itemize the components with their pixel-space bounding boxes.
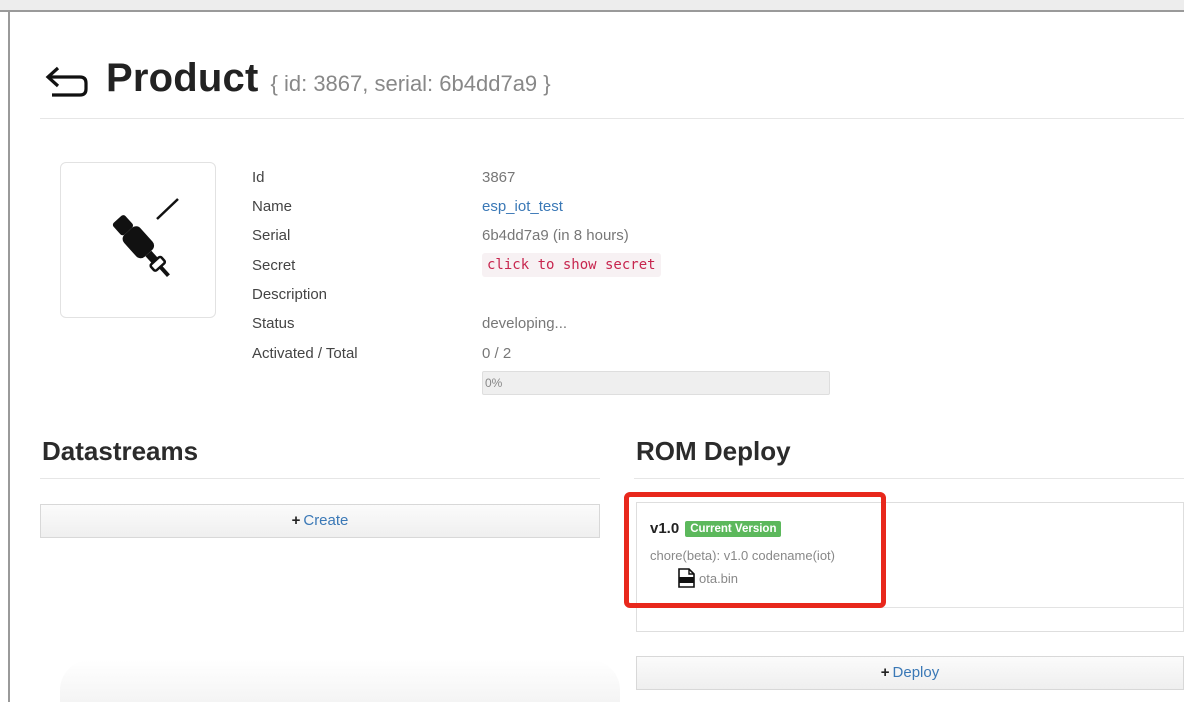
product-name-link[interactable]: esp_iot_test	[482, 195, 563, 219]
show-secret-button[interactable]: click to show secret	[482, 253, 661, 277]
info-label: Id	[252, 169, 265, 186]
info-label: Serial	[252, 227, 291, 244]
page-title: Product	[106, 56, 259, 100]
header-divider	[40, 118, 1184, 119]
plus-icon: +	[291, 512, 301, 529]
bottom-shadow	[60, 660, 620, 702]
info-value: 6b4dd7a9 (in 8 hours)	[482, 227, 629, 244]
info-label: Status	[252, 315, 295, 332]
deploy-button[interactable]: + Deploy	[636, 656, 1184, 690]
info-value: 3867	[482, 169, 516, 186]
highlight-box	[624, 492, 886, 608]
info-value: 0 / 2	[482, 345, 512, 362]
info-label: Activated / Total	[252, 345, 358, 362]
rom-deploy-divider	[634, 478, 1184, 479]
window-left-border	[0, 12, 10, 702]
activation-progress-bar: 0%	[482, 371, 830, 395]
plus-icon: +	[880, 664, 890, 681]
product-thumbnail	[60, 162, 216, 318]
window-top-border	[0, 0, 1184, 12]
create-label: Create	[303, 512, 349, 529]
connector-plug-icon	[112, 198, 179, 278]
datastreams-title: Datastreams	[42, 436, 199, 466]
info-label: Description	[252, 286, 328, 303]
info-value: developing...	[482, 315, 568, 332]
page-header: Product { id: 3867, serial: 6b4dd7a9 }	[44, 56, 551, 101]
rom-deploy-title: ROM Deploy	[636, 436, 791, 466]
progress-label: 0%	[485, 376, 503, 390]
create-datastream-button[interactable]: + Create	[40, 504, 600, 538]
info-label: Name	[252, 198, 293, 215]
back-arrow-icon[interactable]	[44, 65, 90, 97]
info-label: Secret	[252, 257, 296, 274]
deploy-label: Deploy	[892, 664, 940, 681]
page-subtitle: { id: 3867, serial: 6b4dd7a9 }	[270, 71, 551, 96]
datastreams-divider	[40, 478, 600, 479]
